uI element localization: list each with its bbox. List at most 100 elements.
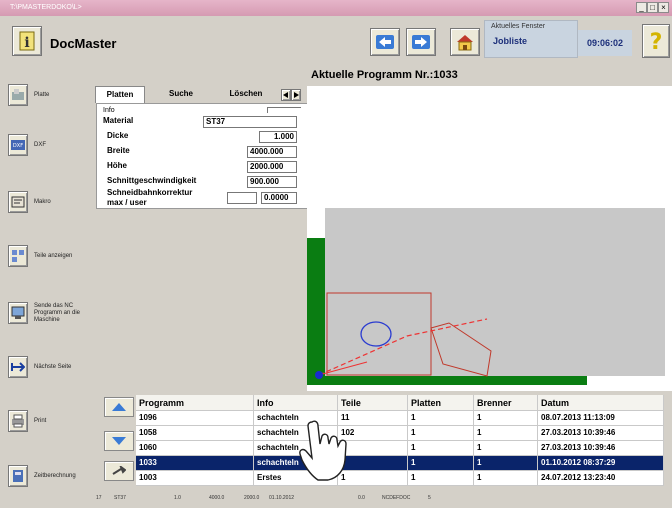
scroll-up-button[interactable] bbox=[104, 397, 134, 417]
sidebar-item-send-nc[interactable]: Sende das NC Programm an die Maschine bbox=[8, 298, 100, 328]
dicke-field[interactable]: 1.000 bbox=[259, 131, 297, 143]
status-field: NCDEFDOC bbox=[382, 495, 411, 501]
col-platten[interactable]: Platten bbox=[408, 395, 474, 410]
col-datum[interactable]: Datum bbox=[538, 395, 664, 410]
clock: 09:06:02 bbox=[578, 30, 632, 56]
sidebar-item-dxf[interactable]: DXF DXF bbox=[8, 131, 100, 159]
close-button[interactable]: × bbox=[658, 2, 669, 13]
svg-text:DXF: DXF bbox=[13, 143, 23, 149]
table-row[interactable]: 1060 schachteln 1 1 27.03.2013 10:39:46 bbox=[136, 441, 664, 456]
hoehe-label: Höhe bbox=[107, 161, 127, 170]
open-program-button[interactable] bbox=[104, 461, 134, 481]
kerf-user-field[interactable]: 0.0000 bbox=[261, 192, 297, 204]
tab-suche[interactable]: Suche bbox=[157, 86, 205, 103]
frame-left-bar bbox=[307, 238, 325, 378]
status-bar: 17 ST37 1.0 4000.0 2000.0 01.10.2012 0.0… bbox=[0, 493, 672, 508]
sidebar-item-platte[interactable]: Platte bbox=[8, 81, 100, 109]
col-programm[interactable]: Programm bbox=[136, 395, 254, 410]
status-field: 17 bbox=[96, 495, 102, 501]
arrow-up-icon bbox=[112, 403, 126, 411]
tab-strip: Platten Suche Löschen bbox=[95, 86, 307, 103]
triangle-right-icon bbox=[294, 92, 299, 98]
home-icon bbox=[457, 35, 473, 51]
send-nc-icon bbox=[8, 302, 28, 324]
scroll-down-button[interactable] bbox=[104, 431, 134, 451]
col-teile[interactable]: Teile bbox=[338, 395, 408, 410]
hoehe-field[interactable]: 2000.000 bbox=[247, 161, 297, 173]
torch-marker bbox=[315, 371, 323, 379]
active-window-label: Aktuelles Fenster bbox=[491, 23, 546, 30]
col-brenner[interactable]: Brenner bbox=[474, 395, 538, 410]
sidebar-item-makro[interactable]: Makro bbox=[8, 188, 100, 216]
cell-platten: 1 bbox=[408, 441, 474, 455]
nesting-preview[interactable] bbox=[307, 86, 672, 391]
info-button[interactable]: i bbox=[12, 26, 42, 56]
tab-scroll-left[interactable] bbox=[281, 89, 291, 101]
program-title: Aktuelle Programm Nr.:1033 bbox=[311, 69, 458, 81]
cell-datum: 01.10.2012 08:37:29 bbox=[538, 456, 664, 470]
sidebar-item-print[interactable]: Print bbox=[8, 407, 100, 435]
cell-brenner: 1 bbox=[474, 456, 538, 470]
sidebar-item-label: Nächste Seite bbox=[34, 363, 72, 370]
breite-field[interactable]: 4000.000 bbox=[247, 146, 297, 158]
back-button[interactable] bbox=[370, 28, 400, 56]
sidebar-item-teile[interactable]: Teile anzeigen bbox=[8, 242, 100, 270]
cell-datum: 27.03.2013 10:39:46 bbox=[538, 426, 664, 440]
help-button[interactable]: ? bbox=[642, 24, 670, 58]
cell-programm: 1060 bbox=[136, 441, 254, 455]
status-field: 2000.0 bbox=[244, 495, 260, 501]
col-info[interactable]: Info bbox=[254, 395, 338, 410]
dicke-label: Dicke bbox=[107, 131, 129, 140]
info-icon: i bbox=[19, 31, 35, 51]
kerf-max-field[interactable] bbox=[227, 192, 257, 204]
cell-brenner: 1 bbox=[474, 426, 538, 440]
sidebar-item-label: Makro bbox=[34, 198, 51, 205]
status-field: 4000.0 bbox=[209, 495, 225, 501]
tab-platten[interactable]: Platten bbox=[95, 86, 145, 103]
status-field: 01.10.2012 bbox=[269, 495, 295, 501]
material-field[interactable]: ST37 bbox=[203, 116, 297, 128]
schnittgeschwindigkeit-label: Schnittgeschwindigkeit bbox=[107, 176, 197, 185]
maximize-button[interactable]: □ bbox=[647, 2, 658, 13]
sidebar-item-next-page[interactable]: Nächste Seite bbox=[8, 353, 100, 381]
forward-button[interactable] bbox=[406, 28, 436, 56]
dxf-icon: DXF bbox=[8, 134, 28, 156]
arrow-right-icon bbox=[412, 35, 430, 49]
sidebar-item-label: DXF bbox=[34, 141, 46, 148]
table-row[interactable]: 1058 schachteln 102 1 1 27.03.2013 10:39:46 bbox=[136, 426, 664, 441]
arrow-down-icon bbox=[112, 437, 126, 445]
sidebar-item-label: Zeitberechnung bbox=[34, 472, 76, 479]
table-row[interactable]: 1033 schachteln 1 1 01.10.2012 08:37:29 bbox=[136, 456, 664, 471]
tab-loeschen[interactable]: Löschen bbox=[221, 86, 271, 103]
cell-programm: 1033 bbox=[136, 456, 254, 470]
app-title: DocMaster bbox=[50, 36, 117, 51]
cell-programm: 1096 bbox=[136, 411, 254, 425]
kerf-label-2: max / user bbox=[107, 198, 147, 207]
table-row[interactable]: 1096 schachteln 11 1 1 08.07.2013 11:13:09 bbox=[136, 411, 664, 426]
help-icon: ? bbox=[650, 30, 663, 53]
schnittgeschwindigkeit-field[interactable]: 900.000 bbox=[247, 176, 297, 188]
cell-brenner: 1 bbox=[474, 471, 538, 485]
calculator-icon bbox=[8, 465, 28, 487]
sidebar-item-label: Print bbox=[34, 417, 47, 424]
breite-label: Breite bbox=[107, 146, 130, 155]
next-page-icon bbox=[8, 356, 28, 378]
table-row[interactable]: 1003 Erstes 1 1 1 24.07.2012 13:23:40 bbox=[136, 471, 664, 486]
info-panel: Info Material ST37 Dicke 1.000 Breite 40… bbox=[96, 103, 308, 209]
hand-pointer-icon bbox=[299, 420, 347, 481]
arrow-left-icon bbox=[376, 35, 394, 49]
sidebar-item-zeitberechnung[interactable]: Zeitberechnung bbox=[8, 462, 100, 490]
cell-datum: 24.07.2012 13:23:40 bbox=[538, 471, 664, 485]
cell-datum: 08.07.2013 11:13:09 bbox=[538, 411, 664, 425]
sidebar-item-label: Sende das NC Programm an die Maschine bbox=[34, 302, 81, 323]
job-table: Programm Info Teile Platten Brenner Datu… bbox=[136, 395, 664, 493]
svg-text:i: i bbox=[24, 35, 29, 51]
svg-text:?: ? bbox=[650, 30, 663, 53]
home-button[interactable] bbox=[450, 28, 480, 56]
tab-scroll-right[interactable] bbox=[291, 89, 301, 101]
option-checkboxes[interactable] bbox=[267, 107, 301, 113]
status-field: ST37 bbox=[114, 495, 126, 501]
minimize-button[interactable]: _ bbox=[636, 2, 647, 13]
wrench-icon bbox=[112, 466, 126, 475]
window-title: T:\PMASTERDOKO\L> bbox=[10, 4, 82, 11]
